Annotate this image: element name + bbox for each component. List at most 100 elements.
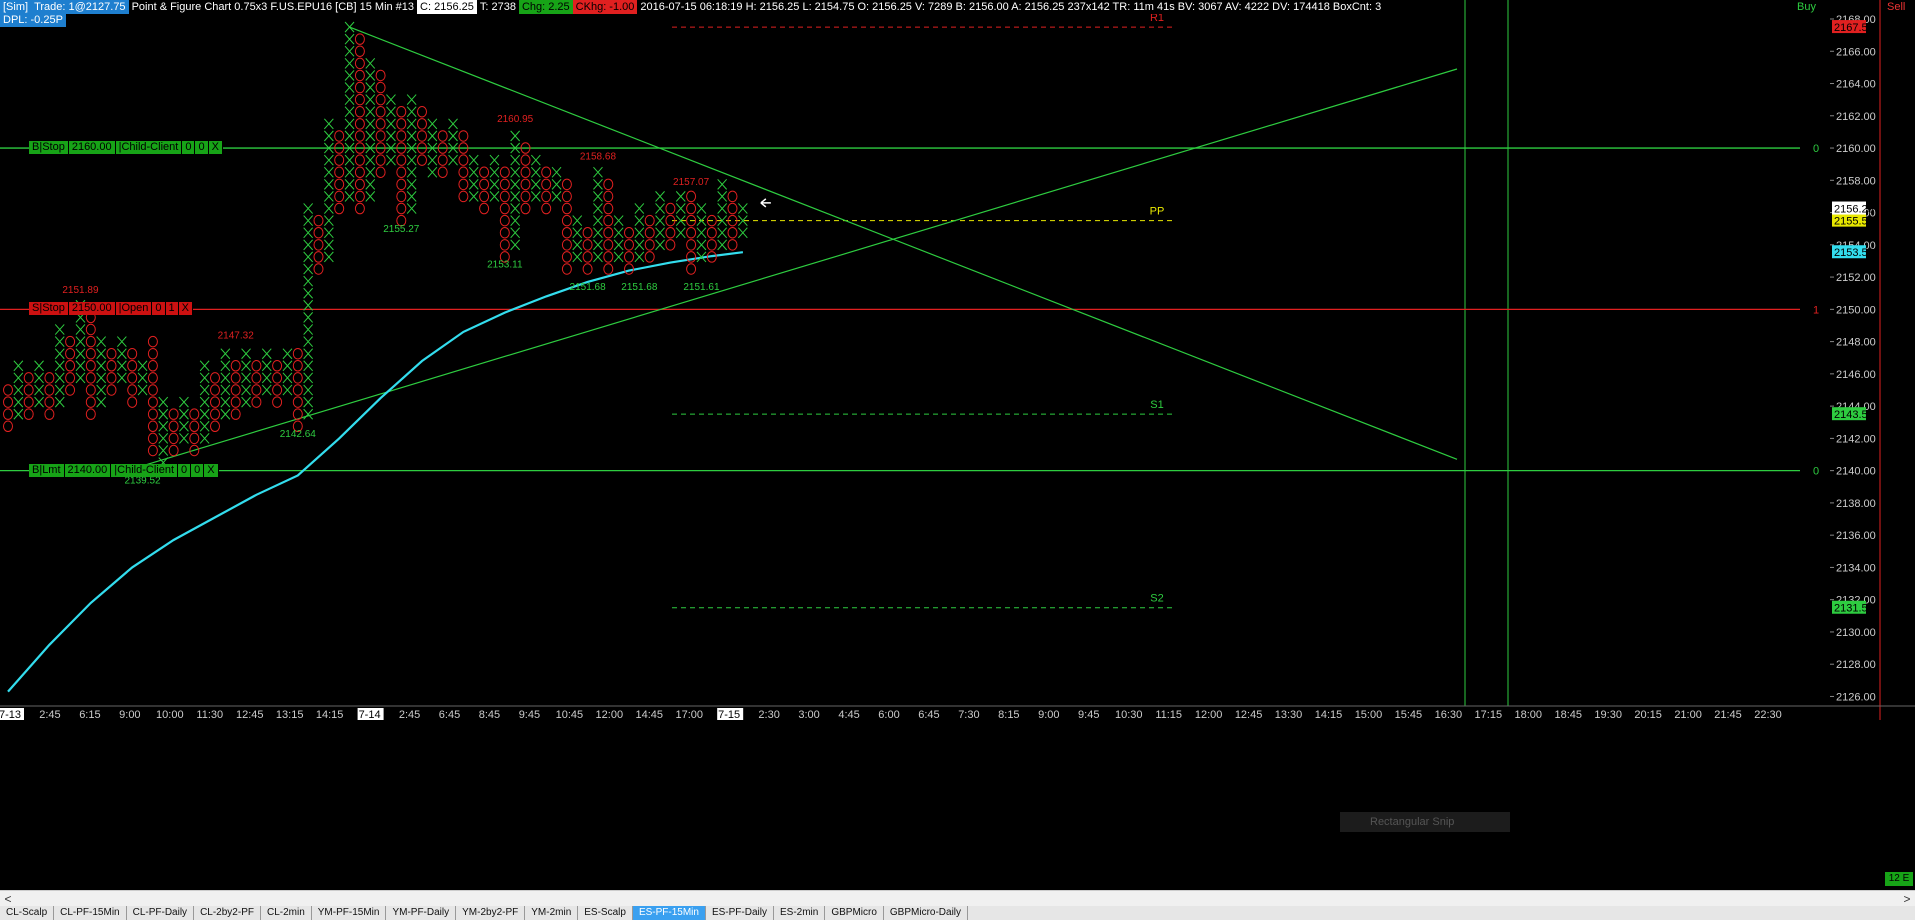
order-label-part[interactable]: 0 bbox=[191, 463, 205, 477]
y-tick-label: 2166.00 bbox=[1836, 46, 1876, 58]
pf-x-box bbox=[365, 191, 376, 202]
pf-o-box bbox=[354, 69, 365, 82]
tab-gbpmicro[interactable]: GBPMicro bbox=[825, 906, 884, 920]
price-annotation: 2155.27 bbox=[383, 224, 420, 235]
pf-x-box bbox=[427, 130, 438, 142]
pf-o-box bbox=[561, 202, 572, 215]
tab-cl-2by2-pf[interactable]: CL-2by2-PF bbox=[194, 906, 261, 920]
header-item: Chg: 2.25 bbox=[518, 0, 573, 14]
scroll-right-icon[interactable]: > bbox=[1899, 891, 1915, 907]
pf-o-box bbox=[644, 226, 655, 239]
pf-o-box bbox=[582, 263, 593, 275]
pf-o-box bbox=[458, 154, 469, 166]
tab-ym-pf-15min[interactable]: YM-PF-15Min bbox=[312, 906, 387, 920]
pf-column-o bbox=[3, 384, 13, 433]
pf-o-box bbox=[168, 444, 179, 457]
tab-cl-pf-15min[interactable]: CL-PF-15Min bbox=[54, 906, 127, 920]
pf-column-o bbox=[354, 33, 365, 215]
pf-o-box bbox=[375, 81, 386, 94]
tab-es-pf-15min[interactable]: ES-PF-15Min bbox=[632, 906, 706, 920]
pf-o-box bbox=[189, 408, 200, 420]
order-label-part[interactable]: 0 bbox=[182, 141, 196, 155]
order-label-part[interactable]: X bbox=[208, 141, 223, 155]
x-tick-label: 21:00 bbox=[1674, 709, 1702, 721]
order-label-part[interactable]: 0 bbox=[178, 463, 192, 477]
order-label-part[interactable]: 2150.00 bbox=[68, 302, 116, 316]
header-item: Trade: 1@2127.75 bbox=[31, 0, 129, 14]
chart-area[interactable]: 2126.00 2128.00 2130.00 2132.00 2134.00 2136.… bbox=[0, 0, 1915, 890]
pf-x-box bbox=[344, 82, 355, 93]
order-label-part[interactable]: B|Stop bbox=[29, 141, 69, 155]
tab-gbpmicro-daily[interactable]: GBPMicro-Daily bbox=[884, 906, 969, 920]
x-tick-label: 14:15 bbox=[1315, 709, 1343, 721]
pf-x-box bbox=[365, 154, 376, 166]
pf-o-box bbox=[210, 408, 220, 420]
pf-o-box bbox=[603, 239, 614, 251]
order-label-part[interactable]: X bbox=[178, 302, 193, 316]
horizontal-scrollbar[interactable]: < > bbox=[0, 890, 1915, 907]
axis-price-tag: 2167.50 bbox=[1834, 22, 1874, 34]
trendline[interactable] bbox=[349, 26, 1458, 460]
pf-x-box bbox=[75, 372, 86, 384]
tab-ym-2min[interactable]: YM-2min bbox=[525, 906, 579, 920]
tab-es-scalp[interactable]: ES-Scalp bbox=[578, 906, 633, 920]
pf-x-box bbox=[96, 336, 107, 347]
pf-x-box bbox=[13, 372, 24, 384]
tab-cl-pf-daily[interactable]: CL-PF-Daily bbox=[127, 906, 195, 920]
pf-x-box bbox=[303, 227, 314, 239]
order-label-part[interactable]: 1 bbox=[165, 302, 179, 316]
pf-x-box bbox=[427, 166, 438, 178]
pf-o-box bbox=[354, 33, 365, 45]
order-label-part[interactable]: B|Lmt bbox=[29, 463, 65, 477]
trendline[interactable] bbox=[142, 68, 1458, 467]
pf-x-box bbox=[116, 336, 127, 347]
order-label-part[interactable]: 0 bbox=[195, 141, 209, 155]
pf-o-box bbox=[334, 178, 345, 191]
order-label-part[interactable]: |Open bbox=[115, 302, 153, 316]
price-annotation: 2151.61 bbox=[683, 282, 720, 293]
pf-o-box bbox=[561, 226, 572, 239]
pf-o-box bbox=[292, 372, 303, 384]
tab-es-pf-daily[interactable]: ES-PF-Daily bbox=[706, 906, 774, 920]
axis-price-tag: 2131.50 bbox=[1834, 603, 1874, 615]
order-label[interactable]: B|Stop 2160.00 |Child-Client 0 0 X bbox=[29, 141, 223, 155]
pf-o-box bbox=[65, 372, 76, 384]
tab-ym-2by2-pf[interactable]: YM-2by2-PF bbox=[456, 906, 526, 920]
order-label[interactable]: S|Stop 2150.00 |Open 0 1 X bbox=[29, 302, 193, 316]
order-label-part[interactable]: 2160.00 bbox=[68, 141, 116, 155]
order-label[interactable]: B|Lmt 2140.00 |Child-Client 0 0 X bbox=[29, 463, 219, 477]
pf-o-box bbox=[686, 226, 697, 239]
pf-column-x bbox=[365, 57, 376, 202]
tab-cl-scalp[interactable]: CL-Scalp bbox=[0, 906, 55, 920]
pf-o-box bbox=[23, 396, 34, 408]
x-tick-label: 9:45 bbox=[519, 709, 540, 721]
tab-ym-pf-daily[interactable]: YM-PF-Daily bbox=[386, 906, 457, 920]
order-label-part[interactable]: S|Stop bbox=[29, 302, 69, 316]
pf-chart[interactable]: 2126.002128.002130.002132.002134.002136.… bbox=[0, 0, 1915, 890]
x-tick-label: 7-13 bbox=[0, 709, 21, 721]
sell-label[interactable]: Sell bbox=[1887, 1, 1905, 13]
pf-x-box bbox=[54, 324, 65, 335]
scroll-left-icon[interactable]: < bbox=[0, 891, 16, 907]
order-label-part[interactable]: 2140.00 bbox=[64, 463, 112, 477]
price-annotation: 2151.89 bbox=[62, 285, 99, 296]
pf-x-box bbox=[613, 251, 624, 263]
tab-es-2min[interactable]: ES-2min bbox=[774, 906, 826, 920]
pf-o-box bbox=[251, 384, 262, 396]
pf-o-box bbox=[499, 190, 510, 203]
order-label-part[interactable]: |Child-Client bbox=[115, 141, 183, 155]
order-label-part[interactable]: X bbox=[204, 463, 219, 477]
y-tick-label: 2140.00 bbox=[1836, 466, 1876, 478]
pf-x-box bbox=[551, 178, 562, 190]
pf-o-box bbox=[396, 130, 407, 142]
buy-label[interactable]: Buy bbox=[1797, 1, 1816, 13]
pf-o-box bbox=[644, 239, 655, 251]
pf-x-box bbox=[406, 178, 417, 190]
order-label-part[interactable]: |Child-Client bbox=[111, 463, 179, 477]
pf-x-box bbox=[13, 360, 24, 372]
pf-x-box bbox=[303, 360, 314, 372]
timeframe-badge[interactable]: 12 E bbox=[1885, 872, 1913, 886]
tab-cl-2min[interactable]: CL-2min bbox=[261, 906, 312, 920]
order-label-part[interactable]: 0 bbox=[152, 302, 166, 316]
pf-x-box bbox=[282, 384, 293, 396]
